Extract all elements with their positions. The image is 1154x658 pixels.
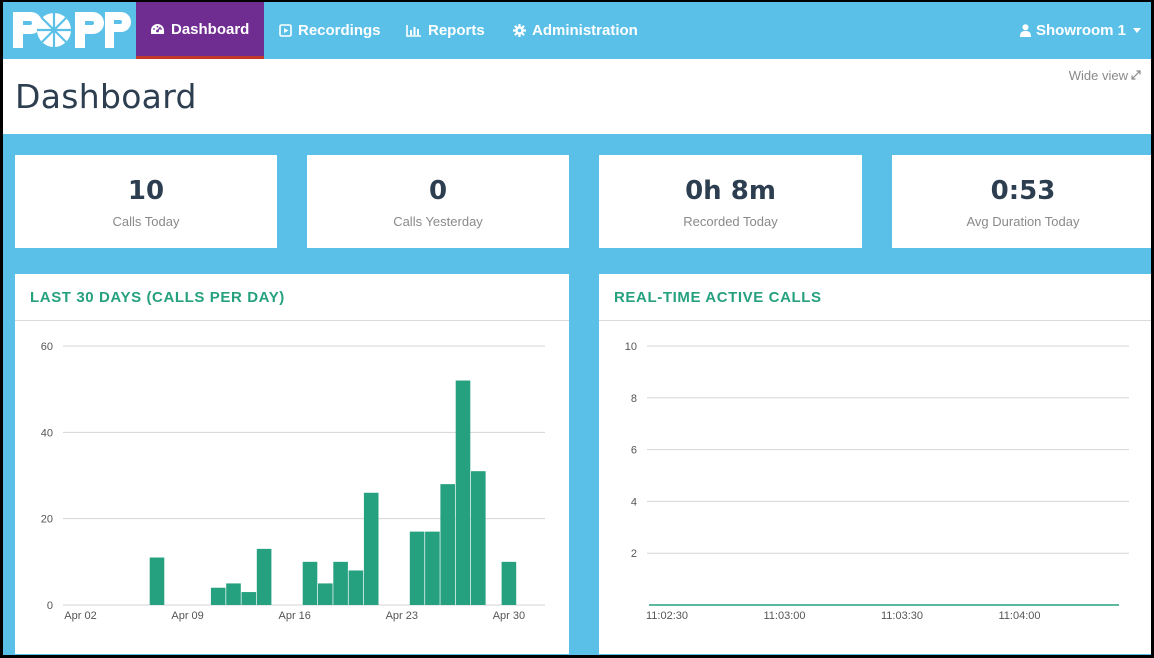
y-tick-label: 0 (47, 600, 53, 612)
stat-label: Calls Yesterday (393, 214, 483, 229)
y-tick-label: 20 (41, 514, 53, 526)
bar (440, 484, 455, 605)
expand-icon (1131, 68, 1141, 83)
stat-value: 0 (428, 176, 448, 206)
tachometer-icon (150, 23, 165, 36)
y-tick-label: 10 (625, 341, 637, 353)
active-calls-chart: 2 4 6 8 10 11:02:30 11:03:00 11:03:30 11:04:00 (625, 341, 1129, 622)
y-tick-label: 40 (41, 427, 53, 439)
user-icon (1019, 24, 1031, 37)
stat-label: Recorded Today (683, 214, 778, 229)
dashboard-content: 10 Calls Today 0 Calls Yesterday 0h 8m R… (3, 134, 1151, 655)
x-tick-label: Apr 02 (64, 610, 96, 622)
app-window: Dashboard Recordings Reports Administrat… (0, 0, 1154, 658)
calls-per-day-chart: 0 20 40 60 Apr 02 Apr 09 Apr 16 Apr 23 Apr 30 (41, 341, 545, 622)
y-tick-label: 8 (631, 393, 637, 405)
bar (348, 570, 364, 605)
x-tick-label: 11:03:00 (763, 610, 805, 622)
page-title: Dashboard (15, 77, 197, 116)
bar (149, 557, 165, 605)
stat-value: 0:53 (990, 176, 1056, 206)
panel-realtime-calls: REAL-TIME ACTIVE CALLS 2 4 6 8 10 11:02:30 11:… (599, 274, 1151, 654)
x-tick-label: Apr 09 (171, 610, 203, 622)
x-tick-label: Apr 23 (386, 610, 418, 622)
nav-reports-label: Reports (428, 22, 485, 39)
wide-view-toggle[interactable]: Wide view (1069, 68, 1141, 83)
y-tick-label: 6 (631, 445, 637, 457)
bar (210, 587, 226, 605)
stat-label: Calls Today (112, 214, 180, 229)
y-tick-label: 4 (631, 496, 637, 508)
bar (425, 531, 440, 605)
bar (455, 380, 471, 605)
play-square-icon (279, 24, 292, 37)
nav-reports[interactable]: Reports (392, 2, 499, 59)
stat-card-avg-duration: 0:53 Avg Duration Today (892, 155, 1151, 248)
bar (333, 561, 348, 605)
y-tick-label: 60 (41, 341, 53, 353)
nav-administration-label: Administration (532, 22, 638, 39)
y-tick-label: 2 (631, 548, 637, 560)
stat-label: Avg Duration Today (966, 214, 1080, 229)
bar (226, 583, 241, 605)
x-tick-label: 11:02:30 (646, 610, 688, 622)
nav-recordings[interactable]: Recordings (265, 2, 395, 59)
x-tick-label: Apr 30 (493, 610, 525, 622)
bar (318, 583, 333, 605)
panel-header: LAST 30 DAYS (CALLS PER DAY) (15, 274, 569, 321)
page-header: Dashboard Wide view (3, 59, 1151, 134)
gear-icon (513, 24, 526, 37)
wide-view-label: Wide view (1068, 68, 1128, 83)
bar (256, 548, 272, 605)
panel-last-30-days: LAST 30 DAYS (CALLS PER DAY) 0 20 40 60 Apr … (15, 274, 569, 654)
panel-title: REAL-TIME ACTIVE CALLS (614, 288, 822, 306)
x-tick-label: Apr 16 (278, 610, 310, 622)
x-tick-label: 11:03:30 (881, 610, 923, 622)
bar (471, 471, 486, 605)
stat-card-recorded-today: 0h 8m Recorded Today (599, 155, 862, 248)
stat-value: 10 (127, 176, 165, 206)
nav-recordings-label: Recordings (298, 22, 381, 39)
navbar: Dashboard Recordings Reports Administrat… (3, 2, 1151, 59)
x-tick-label: 11:04:00 (998, 610, 1040, 622)
nav-dashboard[interactable]: Dashboard (136, 2, 264, 59)
user-menu[interactable]: Showroom 1 (1019, 2, 1141, 59)
bar (241, 592, 257, 605)
bar (501, 561, 517, 605)
panel-title: LAST 30 DAYS (CALLS PER DAY) (30, 288, 285, 306)
stat-card-calls-yesterday: 0 Calls Yesterday (307, 155, 569, 248)
chevron-down-icon (1133, 28, 1141, 33)
bar-chart-icon (406, 24, 422, 37)
panel-header: REAL-TIME ACTIVE CALLS (599, 274, 1151, 321)
popp-logo[interactable] (7, 6, 133, 54)
bar (363, 492, 379, 605)
stat-card-calls-today: 10 Calls Today (15, 155, 277, 248)
user-name: Showroom 1 (1035, 22, 1126, 39)
nav-administration[interactable]: Administration (499, 2, 652, 59)
stat-value: 0h 8m (685, 176, 776, 206)
bar (302, 561, 318, 605)
bar (409, 531, 425, 605)
nav-dashboard-label: Dashboard (171, 20, 250, 38)
